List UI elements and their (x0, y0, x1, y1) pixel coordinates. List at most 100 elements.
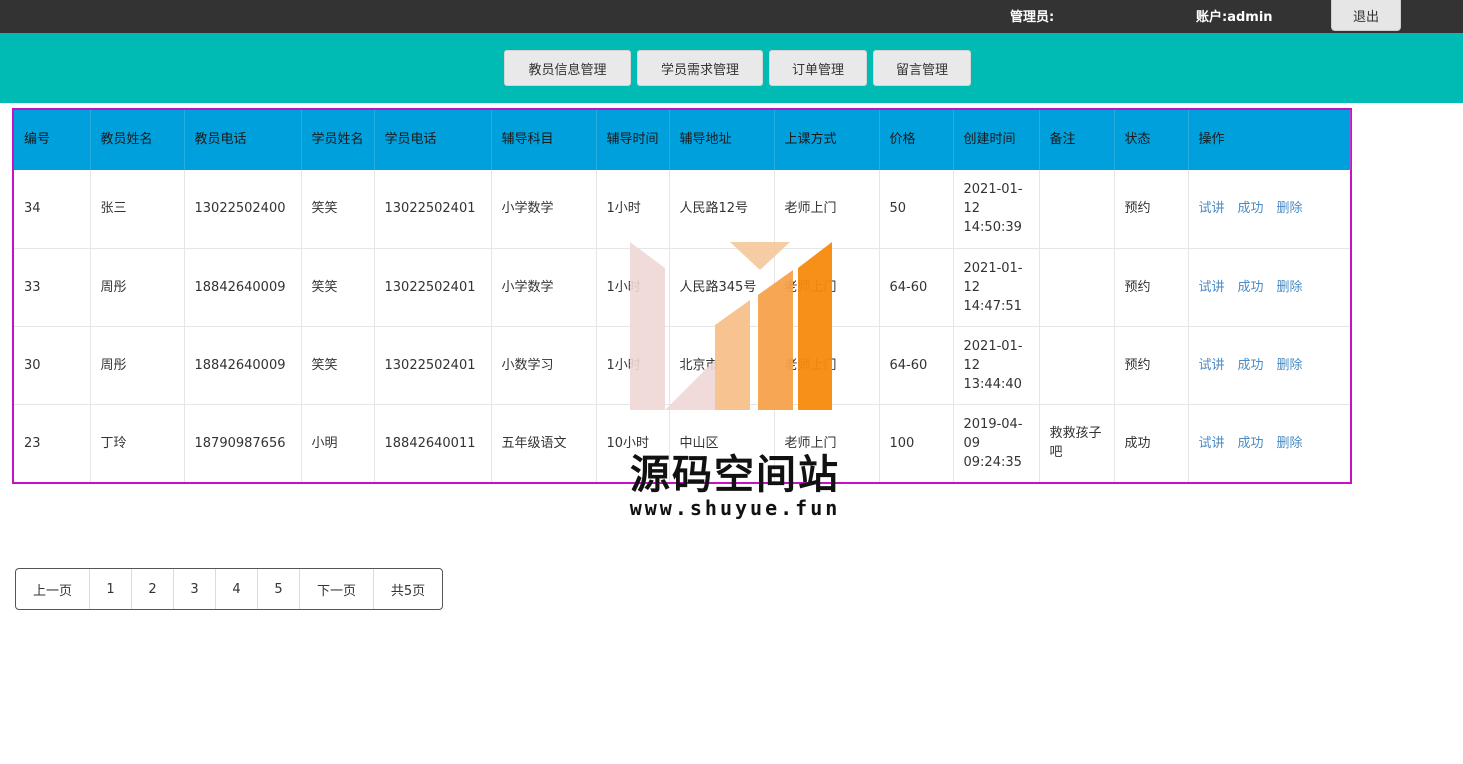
actions-cell: 试讲 成功 删除 (1188, 404, 1350, 482)
address-cell: 北京市 (669, 326, 775, 404)
subject-cell: 小学数学 (491, 170, 597, 248)
teacher-phone-cell: 13022502400 (184, 170, 302, 248)
class-mode-cell: 老师上门 (774, 404, 880, 482)
nav-teacher-info[interactable]: 教员信息管理 (504, 50, 631, 86)
student-name-cell: 笑笑 (301, 170, 375, 248)
student-phone-cell: 13022502401 (374, 248, 492, 326)
orders-table: 编号 教员姓名 教员电话 学员姓名 学员电话 辅导科目 辅导时间 辅导地址 上课方式 价格 创建时间… (14, 110, 1351, 482)
success-link[interactable]: 成功 (1238, 436, 1264, 451)
page-4-button[interactable]: 4 (216, 569, 258, 609)
note-cell (1039, 326, 1115, 404)
logout-button[interactable]: 退出 (1331, 0, 1401, 31)
delete-link[interactable]: 删除 (1277, 201, 1303, 216)
duration-cell: 1小时 (596, 326, 670, 404)
order-id-cell: 34 (14, 170, 91, 248)
price-cell: 100 (879, 404, 954, 482)
delete-link[interactable]: 删除 (1277, 436, 1303, 451)
column-header: 教员姓名 (90, 110, 185, 170)
class-mode-cell: 老师上门 (774, 170, 880, 248)
page-3-button[interactable]: 3 (174, 569, 216, 609)
column-header: 备注 (1039, 110, 1115, 170)
student-phone-cell: 13022502401 (374, 326, 492, 404)
page-5-button[interactable]: 5 (258, 569, 300, 609)
nav-orders[interactable]: 订单管理 (769, 50, 867, 86)
trial-link[interactable]: 试讲 (1199, 201, 1225, 216)
student-phone-cell: 18842640011 (374, 404, 492, 482)
trial-link[interactable]: 试讲 (1199, 358, 1225, 373)
teacher-name-cell: 张三 (90, 170, 185, 248)
teacher-phone-cell: 18842640009 (184, 248, 302, 326)
teacher-name-cell: 周彤 (90, 326, 185, 404)
duration-cell: 1小时 (596, 170, 670, 248)
watermark-url: www.shuyue.fun (629, 496, 841, 520)
column-header: 教员电话 (184, 110, 302, 170)
nav-messages[interactable]: 留言管理 (873, 50, 971, 86)
total-pages-label: 共5页 (390, 583, 426, 599)
note-cell (1039, 248, 1115, 326)
order-id-cell: 30 (14, 326, 91, 404)
trial-link[interactable]: 试讲 (1199, 280, 1225, 295)
success-link[interactable]: 成功 (1238, 358, 1264, 373)
page-2-button[interactable]: 2 (132, 569, 174, 609)
status-cell: 成功 (1114, 404, 1189, 482)
teacher-phone-cell: 18790987656 (184, 404, 302, 482)
created-time-cell: 2021-01-12 14:50:39 (953, 170, 1040, 248)
student-name-cell: 小明 (301, 404, 375, 482)
column-header: 价格 (879, 110, 954, 170)
subject-cell: 小数学习 (491, 326, 597, 404)
table-row: 23 丁玲 18790987656 小明 18842640011 五年级语文 10小时 中山区… (14, 404, 1350, 482)
address-cell: 人民路345号 (669, 248, 775, 326)
duration-cell: 10小时 (596, 404, 670, 482)
column-header: 编号 (14, 110, 91, 170)
actions-cell: 试讲 成功 删除 (1188, 170, 1350, 248)
order-id-cell: 23 (14, 404, 91, 482)
status-cell: 预约 (1114, 248, 1189, 326)
student-name-cell: 笑笑 (301, 248, 375, 326)
page-1-button[interactable]: 1 (90, 569, 132, 609)
column-header: 创建时间 (953, 110, 1040, 170)
note-cell: 救救孩子吧 (1039, 404, 1115, 482)
address-cell: 人民路12号 (669, 170, 775, 248)
admin-label: 管理员: (1010, 10, 1055, 25)
prev-page-button[interactable]: 上一页 (16, 569, 90, 609)
table-header-row: 编号 教员姓名 教员电话 学员姓名 学员电话 辅导科目 辅导时间 辅导地址 上课方式 价格 创建时间… (14, 110, 1351, 170)
column-header: 上课方式 (774, 110, 880, 170)
table-row: 34 张三 13022502400 笑笑 13022502401 小学数学 1小时 人民路12… (14, 170, 1350, 248)
column-header: 学员姓名 (301, 110, 375, 170)
success-link[interactable]: 成功 (1238, 280, 1264, 295)
created-time-cell: 2019-04-09 09:24:35 (953, 404, 1040, 482)
account-label: 账户:admin (1196, 10, 1273, 25)
table-row: 30 周彤 18842640009 笑笑 13022502401 小数学习 1小时 北京市 老师… (14, 326, 1350, 404)
note-cell (1039, 170, 1115, 248)
column-header: 状态 (1114, 110, 1189, 170)
delete-link[interactable]: 删除 (1277, 358, 1303, 373)
teacher-name-cell: 丁玲 (90, 404, 185, 482)
duration-cell: 1小时 (596, 248, 670, 326)
subject-cell: 五年级语文 (491, 404, 597, 482)
student-name-cell: 笑笑 (301, 326, 375, 404)
column-header: 学员电话 (374, 110, 492, 170)
column-header: 辅导地址 (669, 110, 775, 170)
column-header: 辅导时间 (596, 110, 670, 170)
orders-table-container: 编号 教员姓名 教员电话 学员姓名 学员电话 辅导科目 辅导时间 辅导地址 上课方式 价格 创建时间… (12, 108, 1352, 484)
nav-student-demand[interactable]: 学员需求管理 (637, 50, 763, 86)
column-header: 辅导科目 (491, 110, 597, 170)
next-page-button[interactable]: 下一页 (300, 569, 374, 609)
actions-cell: 试讲 成功 删除 (1188, 248, 1350, 326)
top-bar: 管理员: 账户:admin 退出 (0, 0, 1463, 33)
success-link[interactable]: 成功 (1238, 201, 1264, 216)
teacher-phone-cell: 18842640009 (184, 326, 302, 404)
price-cell: 64-60 (879, 248, 954, 326)
order-id-cell: 33 (14, 248, 91, 326)
trial-link[interactable]: 试讲 (1199, 436, 1225, 451)
price-cell: 50 (879, 170, 954, 248)
address-cell: 中山区 (669, 404, 775, 482)
created-time-cell: 2021-01-12 13:44:40 (953, 326, 1040, 404)
column-header: 操作 (1188, 110, 1351, 170)
class-mode-cell: 老师上门 (774, 248, 880, 326)
delete-link[interactable]: 删除 (1277, 280, 1303, 295)
created-time-cell: 2021-01-12 14:47:51 (953, 248, 1040, 326)
teacher-name-cell: 周彤 (90, 248, 185, 326)
main-nav: 教员信息管理 学员需求管理 订单管理 留言管理 (0, 33, 1463, 103)
status-cell: 预约 (1114, 326, 1189, 404)
